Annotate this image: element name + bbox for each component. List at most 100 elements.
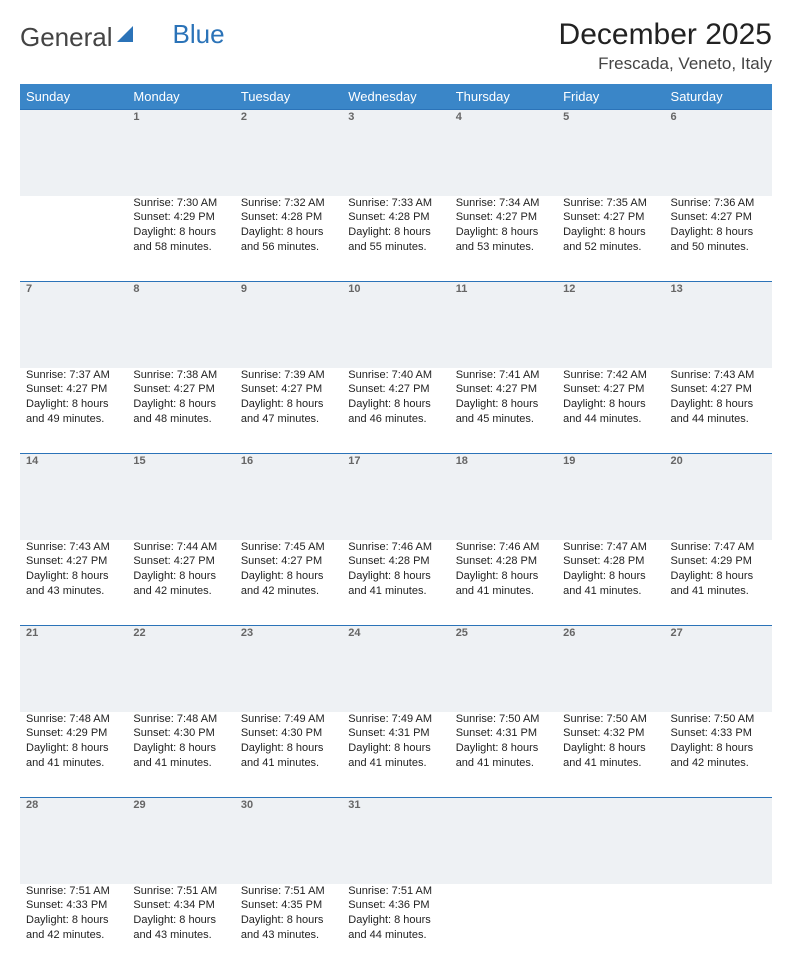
sunrise-text: Sunrise: 7:37 AM bbox=[26, 368, 121, 383]
daylight-text: Daylight: 8 hours and 56 minutes. bbox=[241, 225, 336, 255]
day-number bbox=[665, 798, 772, 884]
day-cell bbox=[665, 884, 772, 970]
daylight-text: Daylight: 8 hours and 41 minutes. bbox=[563, 741, 658, 771]
day-cell: Sunrise: 7:38 AMSunset: 4:27 PMDaylight:… bbox=[127, 368, 234, 454]
sunrise-text: Sunrise: 7:36 AM bbox=[671, 196, 766, 211]
sunset-text: Sunset: 4:30 PM bbox=[241, 726, 336, 741]
daylight-text: Daylight: 8 hours and 41 minutes. bbox=[348, 741, 443, 771]
sunrise-text: Sunrise: 7:47 AM bbox=[671, 540, 766, 555]
sunrise-text: Sunrise: 7:33 AM bbox=[348, 196, 443, 211]
day-cell bbox=[557, 884, 664, 970]
daylight-text: Daylight: 8 hours and 58 minutes. bbox=[133, 225, 228, 255]
sunset-text: Sunset: 4:27 PM bbox=[133, 554, 228, 569]
sunrise-text: Sunrise: 7:45 AM bbox=[241, 540, 336, 555]
sunset-text: Sunset: 4:28 PM bbox=[348, 554, 443, 569]
day-number: 19 bbox=[557, 454, 664, 540]
sunset-text: Sunset: 4:27 PM bbox=[456, 210, 551, 225]
sunrise-text: Sunrise: 7:51 AM bbox=[348, 884, 443, 899]
sunset-text: Sunset: 4:35 PM bbox=[241, 898, 336, 913]
day-cell: Sunrise: 7:51 AMSunset: 4:36 PMDaylight:… bbox=[342, 884, 449, 970]
day-number: 2 bbox=[235, 110, 342, 196]
weekday-header: Friday bbox=[557, 84, 664, 110]
daylight-text: Daylight: 8 hours and 42 minutes. bbox=[671, 741, 766, 771]
daylight-text: Daylight: 8 hours and 45 minutes. bbox=[456, 397, 551, 427]
daylight-text: Daylight: 8 hours and 55 minutes. bbox=[348, 225, 443, 255]
sunset-text: Sunset: 4:33 PM bbox=[26, 898, 121, 913]
day-number bbox=[557, 798, 664, 884]
day-number: 15 bbox=[127, 454, 234, 540]
sunrise-text: Sunrise: 7:46 AM bbox=[348, 540, 443, 555]
day-cell: Sunrise: 7:46 AMSunset: 4:28 PMDaylight:… bbox=[342, 540, 449, 626]
header: General Blue December 2025 Frescada, Ven… bbox=[20, 18, 772, 74]
sunset-text: Sunset: 4:28 PM bbox=[348, 210, 443, 225]
sunset-text: Sunset: 4:27 PM bbox=[348, 382, 443, 397]
sunset-text: Sunset: 4:31 PM bbox=[456, 726, 551, 741]
sunrise-text: Sunrise: 7:44 AM bbox=[133, 540, 228, 555]
sunset-text: Sunset: 4:27 PM bbox=[671, 210, 766, 225]
logo-text-1: General bbox=[20, 22, 113, 53]
sunset-text: Sunset: 4:29 PM bbox=[671, 554, 766, 569]
sunrise-text: Sunrise: 7:41 AM bbox=[456, 368, 551, 383]
day-content-row: Sunrise: 7:37 AMSunset: 4:27 PMDaylight:… bbox=[20, 368, 772, 454]
day-cell: Sunrise: 7:46 AMSunset: 4:28 PMDaylight:… bbox=[450, 540, 557, 626]
daylight-text: Daylight: 8 hours and 41 minutes. bbox=[563, 569, 658, 599]
calendar-table: Sunday Monday Tuesday Wednesday Thursday… bbox=[20, 84, 772, 970]
day-cell: Sunrise: 7:48 AMSunset: 4:30 PMDaylight:… bbox=[127, 712, 234, 798]
logo-text-2: Blue bbox=[173, 19, 225, 50]
weekday-header: Wednesday bbox=[342, 84, 449, 110]
daylight-text: Daylight: 8 hours and 46 minutes. bbox=[348, 397, 443, 427]
sunrise-text: Sunrise: 7:51 AM bbox=[26, 884, 121, 899]
daylight-text: Daylight: 8 hours and 41 minutes. bbox=[241, 741, 336, 771]
day-number bbox=[20, 110, 127, 196]
day-cell: Sunrise: 7:36 AMSunset: 4:27 PMDaylight:… bbox=[665, 196, 772, 282]
day-cell: Sunrise: 7:51 AMSunset: 4:33 PMDaylight:… bbox=[20, 884, 127, 970]
sunrise-text: Sunrise: 7:30 AM bbox=[133, 196, 228, 211]
day-number: 28 bbox=[20, 798, 127, 884]
logo: General Blue bbox=[20, 22, 225, 53]
day-number: 12 bbox=[557, 282, 664, 368]
day-number: 6 bbox=[665, 110, 772, 196]
sunset-text: Sunset: 4:27 PM bbox=[456, 382, 551, 397]
location-label: Frescada, Veneto, Italy bbox=[559, 54, 772, 74]
day-cell: Sunrise: 7:43 AMSunset: 4:27 PMDaylight:… bbox=[665, 368, 772, 454]
day-cell: Sunrise: 7:50 AMSunset: 4:32 PMDaylight:… bbox=[557, 712, 664, 798]
day-number: 23 bbox=[235, 626, 342, 712]
day-cell: Sunrise: 7:50 AMSunset: 4:33 PMDaylight:… bbox=[665, 712, 772, 798]
day-content-row: Sunrise: 7:30 AMSunset: 4:29 PMDaylight:… bbox=[20, 196, 772, 282]
sunrise-text: Sunrise: 7:34 AM bbox=[456, 196, 551, 211]
sunrise-text: Sunrise: 7:49 AM bbox=[348, 712, 443, 727]
daylight-text: Daylight: 8 hours and 48 minutes. bbox=[133, 397, 228, 427]
weekday-header: Monday bbox=[127, 84, 234, 110]
sunset-text: Sunset: 4:28 PM bbox=[456, 554, 551, 569]
sunrise-text: Sunrise: 7:43 AM bbox=[26, 540, 121, 555]
sunrise-text: Sunrise: 7:39 AM bbox=[241, 368, 336, 383]
day-number: 3 bbox=[342, 110, 449, 196]
sunset-text: Sunset: 4:27 PM bbox=[133, 382, 228, 397]
daylight-text: Daylight: 8 hours and 42 minutes. bbox=[241, 569, 336, 599]
day-number: 25 bbox=[450, 626, 557, 712]
day-cell: Sunrise: 7:47 AMSunset: 4:28 PMDaylight:… bbox=[557, 540, 664, 626]
sunset-text: Sunset: 4:27 PM bbox=[563, 210, 658, 225]
weekday-header: Tuesday bbox=[235, 84, 342, 110]
day-number: 5 bbox=[557, 110, 664, 196]
day-cell: Sunrise: 7:37 AMSunset: 4:27 PMDaylight:… bbox=[20, 368, 127, 454]
day-cell: Sunrise: 7:43 AMSunset: 4:27 PMDaylight:… bbox=[20, 540, 127, 626]
daylight-text: Daylight: 8 hours and 41 minutes. bbox=[26, 741, 121, 771]
sunset-text: Sunset: 4:27 PM bbox=[26, 382, 121, 397]
daylight-text: Daylight: 8 hours and 42 minutes. bbox=[26, 913, 121, 943]
daylight-text: Daylight: 8 hours and 43 minutes. bbox=[241, 913, 336, 943]
sunset-text: Sunset: 4:31 PM bbox=[348, 726, 443, 741]
daylight-text: Daylight: 8 hours and 41 minutes. bbox=[133, 741, 228, 771]
sunset-text: Sunset: 4:32 PM bbox=[563, 726, 658, 741]
day-cell: Sunrise: 7:40 AMSunset: 4:27 PMDaylight:… bbox=[342, 368, 449, 454]
day-number: 30 bbox=[235, 798, 342, 884]
daylight-text: Daylight: 8 hours and 44 minutes. bbox=[563, 397, 658, 427]
day-cell: Sunrise: 7:30 AMSunset: 4:29 PMDaylight:… bbox=[127, 196, 234, 282]
sunrise-text: Sunrise: 7:51 AM bbox=[241, 884, 336, 899]
sunrise-text: Sunrise: 7:48 AM bbox=[26, 712, 121, 727]
daylight-text: Daylight: 8 hours and 52 minutes. bbox=[563, 225, 658, 255]
day-number: 21 bbox=[20, 626, 127, 712]
day-cell: Sunrise: 7:49 AMSunset: 4:31 PMDaylight:… bbox=[342, 712, 449, 798]
sunset-text: Sunset: 4:30 PM bbox=[133, 726, 228, 741]
sunrise-text: Sunrise: 7:48 AM bbox=[133, 712, 228, 727]
